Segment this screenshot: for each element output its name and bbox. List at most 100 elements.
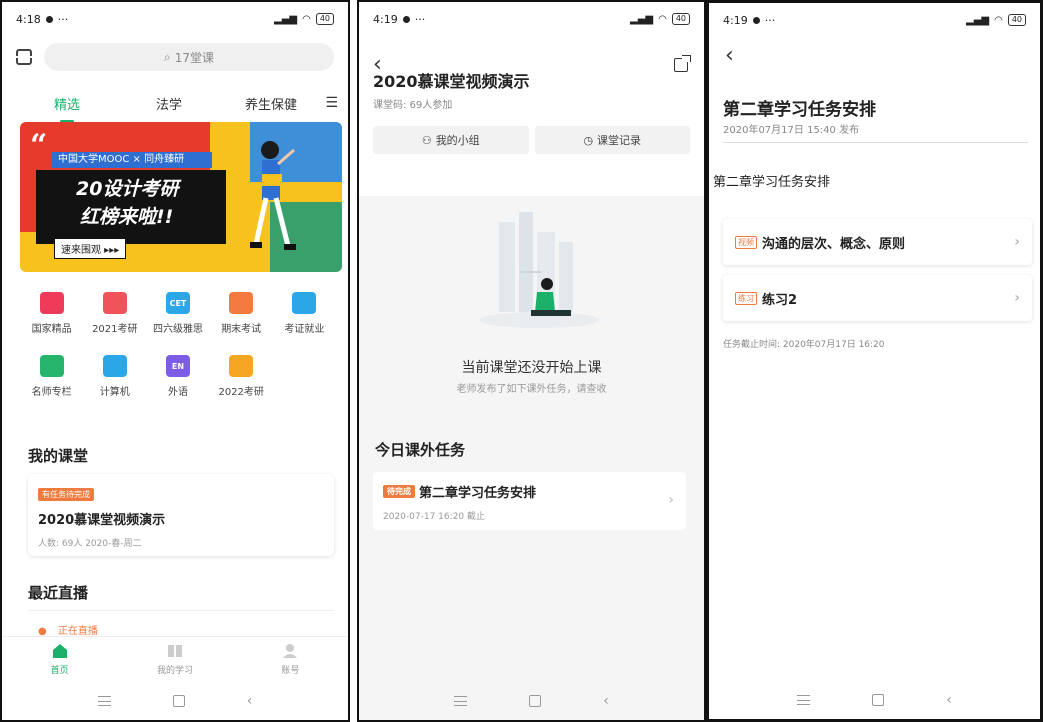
status-bar: 4:19 ··· ▂▄▆ ◠ 40 [359, 2, 704, 36]
tab-health[interactable]: 养生保健 [220, 94, 322, 113]
task-item-title: 沟通的层次、概念、原则 [762, 236, 906, 252]
category-item[interactable]: EN 外语 [146, 355, 209, 398]
back-nav-icon[interactable]: ‹ [603, 693, 609, 709]
graduation-cap-icon [102, 292, 127, 314]
user-icon [283, 644, 298, 658]
search-placeholder: 17堂课 [174, 50, 214, 65]
tab-featured[interactable]: 精选 [16, 94, 118, 123]
notification-icon [752, 16, 760, 24]
empty-title: 当前课堂还没开始上课 [461, 360, 602, 376]
nav-home[interactable]: 首页 [2, 637, 117, 682]
menu-nav-icon[interactable] [454, 696, 468, 706]
category-item[interactable]: 2021考研 [83, 292, 146, 335]
task-title: 第二章学习任务安排 [419, 486, 537, 501]
home-nav-icon[interactable] [529, 695, 542, 707]
task-item-title: 练习2 [762, 292, 798, 308]
category-item[interactable]: 计算机 [83, 355, 146, 398]
clock-icon: ◷ [583, 133, 594, 147]
category-label: 四六级雅思 [152, 324, 203, 335]
nav-account[interactable]: 账号 [233, 637, 348, 682]
home-nav-icon[interactable] [872, 694, 885, 706]
task-item-exercise[interactable]: 练习 练习2 › [723, 275, 1032, 321]
status-time: 4:19 [723, 13, 748, 27]
teacher-icon [39, 355, 64, 377]
share-icon[interactable] [674, 55, 691, 72]
category-tabs: 精选 法学 养生保健 ☰ [16, 88, 338, 123]
category-item[interactable]: 名师专栏 [20, 355, 83, 398]
banner-line2: 红榜来啦!! [80, 206, 174, 228]
tab-law[interactable]: 法学 [118, 94, 220, 113]
classroom-subtitle: 课堂码: 69人参加 [373, 100, 453, 111]
nav-learning[interactable]: 我的学习 [117, 637, 232, 682]
notification-icon [402, 15, 410, 23]
search-input[interactable]: ⌕ 17堂课 [44, 43, 334, 71]
category-label: 外语 [167, 387, 188, 398]
promo-banner[interactable]: “ 中国大学MOOC × 同舟臻研 20设计考研 红榜来啦!! 速来围观 ▸▸▸ [20, 122, 342, 272]
chevron-right-icon: › [1014, 234, 1020, 250]
exam-icon [229, 292, 254, 314]
graduation-cap-icon [229, 355, 254, 377]
my-class-title: 我的课堂 [28, 447, 89, 465]
back-icon[interactable]: ‹ [725, 45, 734, 67]
battery-icon: 40 [1007, 14, 1026, 26]
category-label: 计算机 [99, 387, 130, 398]
home-nav-icon[interactable] [172, 695, 185, 707]
task-date: 2020-07-17 16:20 截止 [383, 512, 485, 522]
category-label: 考证就业 [284, 324, 325, 335]
wifi-icon: ◠ [658, 13, 667, 25]
class-record-label: 课堂记录 [597, 134, 642, 147]
empty-subtitle: 老师发布了如下课外任务，请查收 [456, 384, 607, 395]
menu-icon[interactable]: ☰ [322, 95, 338, 111]
task-card[interactable]: 待完成 第二章学习任务安排 2020-07-17 16:20 截止 › [373, 472, 686, 530]
menu-nav-icon[interactable] [97, 696, 111, 706]
nav-account-label: 账号 [281, 666, 300, 676]
classroom-header: ‹ 2020慕课堂视频演示 课堂码: 69人参加 ⚇ 我的小组 ◷ 课堂记录 [359, 36, 704, 196]
video-tag: 视频 [735, 235, 757, 249]
quote-icon: “ [30, 128, 48, 163]
phone-home: 4:18 ··· ▂▄▆ ◠ 40 ⌕ 17堂课 精选 法学 养生保健 ☰ “ 中国大… [0, 0, 350, 722]
class-card[interactable]: 有任务待完成 2020慕课堂视频演示 人数: 69人 2020-春-周二 [28, 474, 334, 556]
category-label: 2021考研 [92, 324, 138, 335]
class-record-button[interactable]: ◷ 课堂记录 [534, 126, 690, 154]
category-item[interactable]: 国家精品 [20, 292, 83, 335]
back-nav-icon[interactable]: ‹ [946, 692, 952, 708]
status-bar: 4:18 ··· ▂▄▆ ◠ 40 [2, 2, 348, 36]
status-more: ··· [764, 13, 776, 27]
task-item-video[interactable]: 视频 沟通的层次、概念、原则 › [723, 219, 1032, 265]
girl-illustration [250, 141, 296, 250]
chevron-right-icon: › [1014, 290, 1020, 306]
category-item[interactable]: 期末考试 [210, 292, 273, 335]
exercise-tag: 练习 [735, 291, 757, 305]
battery-icon: 40 [671, 13, 690, 25]
status-more: ··· [414, 12, 426, 26]
system-nav: ‹ [2, 682, 348, 720]
wifi-icon: ◠ [302, 13, 311, 25]
banner-top-line: 中国大学MOOC × 同舟臻研 [52, 152, 212, 168]
notification-icon [45, 15, 53, 23]
banner-line1: 20设计考研 [76, 178, 179, 200]
my-group-button[interactable]: ⚇ 我的小组 [373, 126, 529, 154]
back-nav-icon[interactable]: ‹ [247, 693, 253, 709]
category-item[interactable]: CET 四六级雅思 [146, 292, 209, 335]
live-title: 最近直播 [28, 584, 89, 602]
category-label: 名师专栏 [31, 387, 72, 398]
wifi-icon: ◠ [994, 14, 1003, 26]
menu-nav-icon[interactable] [797, 695, 811, 705]
class-meta: 人数: 69人 2020-春-周二 [38, 539, 142, 549]
task-badge: 待完成 [383, 485, 415, 498]
signal-icon: ▂▄▆ [630, 13, 654, 25]
publish-date: 2020年07月17日 15:40 发布 [723, 125, 860, 136]
group-icon: ⚇ [421, 133, 432, 147]
system-nav: ‹ [359, 682, 704, 720]
class-title: 2020慕课堂视频演示 [38, 513, 166, 528]
category-label: 2022考研 [218, 387, 264, 398]
category-item[interactable]: 考证就业 [273, 292, 336, 335]
category-item[interactable]: 2022考研 [210, 355, 273, 398]
scan-icon[interactable] [14, 49, 34, 65]
signal-icon: ▂▄▆ [966, 14, 990, 26]
bottom-nav: 首页 我的学习 账号 [2, 636, 348, 682]
my-group-label: 我的小组 [435, 134, 480, 147]
battery-icon: 40 [315, 13, 334, 25]
nav-home-label: 首页 [50, 666, 69, 676]
status-time: 4:18 [16, 12, 41, 26]
